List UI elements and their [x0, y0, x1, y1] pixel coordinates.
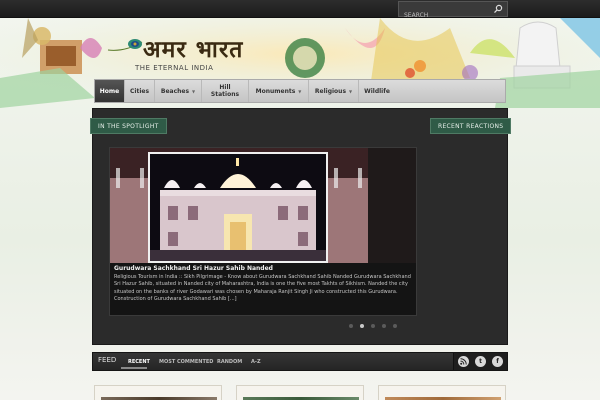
slider-dot[interactable] [371, 324, 375, 328]
slider-dot[interactable] [382, 324, 386, 328]
featured-slider[interactable]: Gurudwara Sachkhand Sri Hazur Sahib Nand… [109, 147, 417, 316]
social-icons: t f [453, 353, 507, 370]
slider-dot-active[interactable] [360, 324, 364, 328]
section-label-spotlight: IN THE SPOTLIGHT [90, 118, 167, 134]
nav-item-label: Cities [129, 87, 150, 95]
site-logo-title[interactable]: अमर भारत [143, 32, 243, 64]
rss-icon[interactable] [458, 356, 469, 367]
nav-item-home[interactable]: Home [95, 80, 125, 102]
slide-image-gurudwara[interactable] [148, 152, 328, 263]
site-tagline: THE ETERNAL INDIA [135, 64, 214, 72]
twitter-icon[interactable]: t [475, 356, 486, 367]
chevron-down-icon: ▼ [298, 88, 302, 94]
nav-item-religious[interactable]: Religious ▼ [309, 80, 359, 102]
peacock-feather-icon [107, 39, 143, 51]
nav-item-label: Hill Stations [210, 84, 240, 98]
nav-item-hill-stations[interactable]: Hill Stations [202, 80, 249, 102]
feed-bar: FEED RECENT MOST COMMENTED RANDOM A-Z t … [92, 352, 508, 371]
nav-item-label: Home [99, 87, 120, 95]
nav-item-label: Beaches [160, 87, 190, 95]
nav-item-beaches[interactable]: Beaches ▼ [155, 80, 202, 102]
search-box [398, 1, 508, 23]
chevron-down-icon: ▼ [192, 88, 196, 94]
slider-dot[interactable] [393, 324, 397, 328]
feed-title: FEED [98, 356, 117, 364]
slide-excerpt: Religious Tourism in India :: Sikh Pilgr… [114, 274, 411, 303]
nav-item-label: Religious [314, 87, 347, 95]
feed-tab-recent[interactable]: RECENT [128, 359, 150, 365]
slider-dot[interactable] [349, 324, 353, 328]
feed-tab-most-commented[interactable]: MOST COMMENTED [159, 359, 213, 365]
main-navigation: Home Cities Beaches ▼ Hill Stations Monum… [94, 79, 506, 103]
post-card[interactable] [378, 385, 506, 400]
slide-title-link[interactable]: Gurudwara Sachkhand Sri Hazur Sahib Nand… [114, 265, 414, 272]
active-tab-indicator [121, 367, 147, 369]
section-label-recent-reactions[interactable]: RECENT REACTIONS [430, 118, 512, 134]
chevron-down-icon: ▼ [349, 88, 353, 94]
slider-pagination [349, 324, 404, 328]
feed-tab-a-z[interactable]: A-Z [251, 359, 261, 365]
nav-item-monuments[interactable]: Monuments ▼ [249, 80, 309, 102]
nav-item-label: Wildlife [364, 87, 390, 95]
top-bar [0, 0, 600, 23]
facebook-icon[interactable]: f [492, 356, 503, 367]
nav-item-cities[interactable]: Cities [125, 80, 155, 102]
post-card[interactable] [236, 385, 364, 400]
nav-item-label: Monuments [255, 87, 296, 95]
slide-caption: Gurudwara Sachkhand Sri Hazur Sahib Nand… [110, 263, 416, 315]
nav-item-wildlife[interactable]: Wildlife [359, 80, 395, 102]
post-card[interactable] [94, 385, 222, 400]
search-icon[interactable] [493, 4, 503, 14]
feed-tab-random[interactable]: RANDOM [217, 359, 242, 365]
